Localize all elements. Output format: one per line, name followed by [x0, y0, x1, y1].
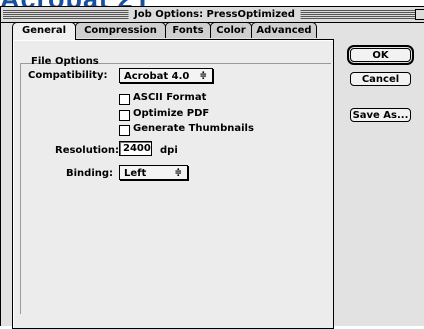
title-bar[interactable]: Job Options: PressOptimized: [1, 7, 424, 23]
tab-compression[interactable]: Compression: [75, 22, 166, 38]
tab-general[interactable]: General: [12, 22, 76, 40]
tab-color[interactable]: Color: [210, 22, 252, 38]
generate-thumbnails-checkbox[interactable]: [119, 125, 130, 136]
resolution-input[interactable]: 2400: [119, 141, 152, 156]
cancel-button[interactable]: Cancel: [350, 72, 411, 86]
zoom-box-icon[interactable]: [415, 9, 424, 20]
save-as-button[interactable]: Save As...: [350, 108, 411, 122]
binding-popup[interactable]: Left ≑: [119, 165, 188, 180]
compatibility-label: Compatibility:: [28, 70, 108, 81]
ascii-format-label: ASCII Format: [133, 92, 207, 103]
popup-arrows-icon: ≑: [199, 71, 207, 81]
optimize-pdf-checkbox[interactable]: [119, 110, 130, 121]
generate-thumbnails-label: Generate Thumbnails: [133, 123, 254, 134]
tab-fonts[interactable]: Fonts: [165, 22, 211, 38]
file-options-heading: File Options: [31, 56, 99, 67]
binding-label: Binding:: [66, 168, 114, 179]
resolution-unit: dpi: [160, 145, 178, 156]
compatibility-value: Acrobat 4.0: [124, 71, 190, 82]
binding-value: Left: [124, 168, 147, 179]
tab-advanced[interactable]: Advanced: [251, 22, 317, 38]
ascii-format-checkbox[interactable]: [119, 94, 130, 105]
compatibility-popup[interactable]: Acrobat 4.0 ≑: [119, 68, 213, 83]
optimize-pdf-label: Optimize PDF: [133, 108, 210, 119]
window-title: Job Options: PressOptimized: [128, 7, 301, 22]
ok-button[interactable]: OK: [347, 45, 414, 65]
resolution-label: Resolution:: [55, 145, 120, 156]
popup-arrows-icon: ≑: [174, 168, 182, 178]
